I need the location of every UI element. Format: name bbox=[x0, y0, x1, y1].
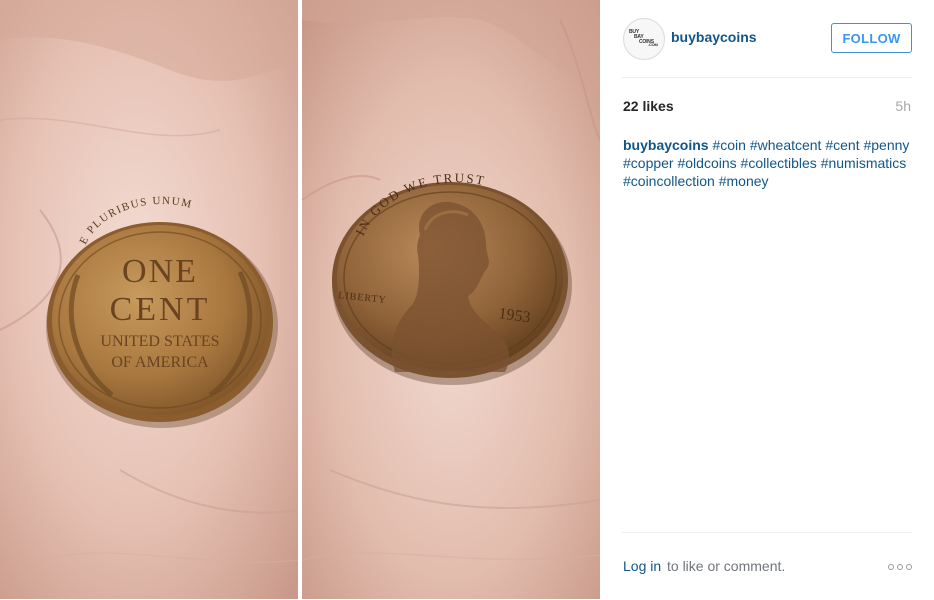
photo-divider bbox=[298, 0, 302, 599]
coin-reverse-line1: ONE bbox=[122, 253, 198, 290]
hashtag-cent[interactable]: #cent bbox=[825, 137, 859, 153]
hashtag-wheatcent[interactable]: #wheatcent bbox=[750, 137, 822, 153]
coin-reverse-line3: UNITED STATES bbox=[100, 333, 219, 350]
caption-username[interactable]: buybaycoins bbox=[623, 137, 709, 153]
login-prompt-text: to like or comment. bbox=[667, 558, 786, 574]
hashtag-coin[interactable]: #coin bbox=[712, 137, 745, 153]
post-header: BUY BAY COINS .COM buybaycoins FOLLOW bbox=[622, 0, 912, 78]
likes-count[interactable]: 22 likes bbox=[623, 98, 674, 114]
post-footer: Log in to like or comment. bbox=[622, 532, 912, 600]
post-sidebar: BUY BAY COINS .COM buybaycoins FOLLOW 22… bbox=[600, 0, 934, 599]
hashtag-coincollection[interactable]: #coincollection bbox=[623, 173, 715, 189]
ellipsis-dot bbox=[897, 564, 903, 570]
post-photo: E PLURIBUS UNUM ONE CENT UNITED STATES O… bbox=[0, 0, 600, 599]
post-caption: buybaycoins #coin #wheatcent #cent #penn… bbox=[623, 136, 912, 190]
login-link[interactable]: Log in bbox=[623, 558, 661, 574]
post-timestamp[interactable]: 5h bbox=[895, 98, 911, 114]
follow-button[interactable]: FOLLOW bbox=[831, 23, 912, 53]
username-link[interactable]: buybaycoins bbox=[671, 29, 757, 45]
ellipsis-dot bbox=[906, 564, 912, 570]
hashtag-penny[interactable]: #penny bbox=[863, 137, 909, 153]
hashtag-oldcoins[interactable]: #oldcoins bbox=[677, 155, 736, 171]
coin-reverse-line2: CENT bbox=[110, 291, 211, 328]
hashtag-money[interactable]: #money bbox=[719, 173, 769, 189]
avatar[interactable]: BUY BAY COINS .COM bbox=[623, 18, 665, 60]
ellipsis-icon[interactable] bbox=[888, 561, 912, 573]
avatar-text-4: .COM bbox=[648, 42, 658, 47]
ellipsis-dot bbox=[888, 564, 894, 570]
coin-photo-svg: E PLURIBUS UNUM ONE CENT UNITED STATES O… bbox=[0, 0, 600, 599]
hashtag-collectibles[interactable]: #collectibles bbox=[741, 155, 817, 171]
hashtag-copper[interactable]: #copper bbox=[623, 155, 674, 171]
hashtag-numismatics[interactable]: #numismatics bbox=[821, 155, 907, 171]
coin-reverse-line4: OF AMERICA bbox=[111, 354, 209, 371]
